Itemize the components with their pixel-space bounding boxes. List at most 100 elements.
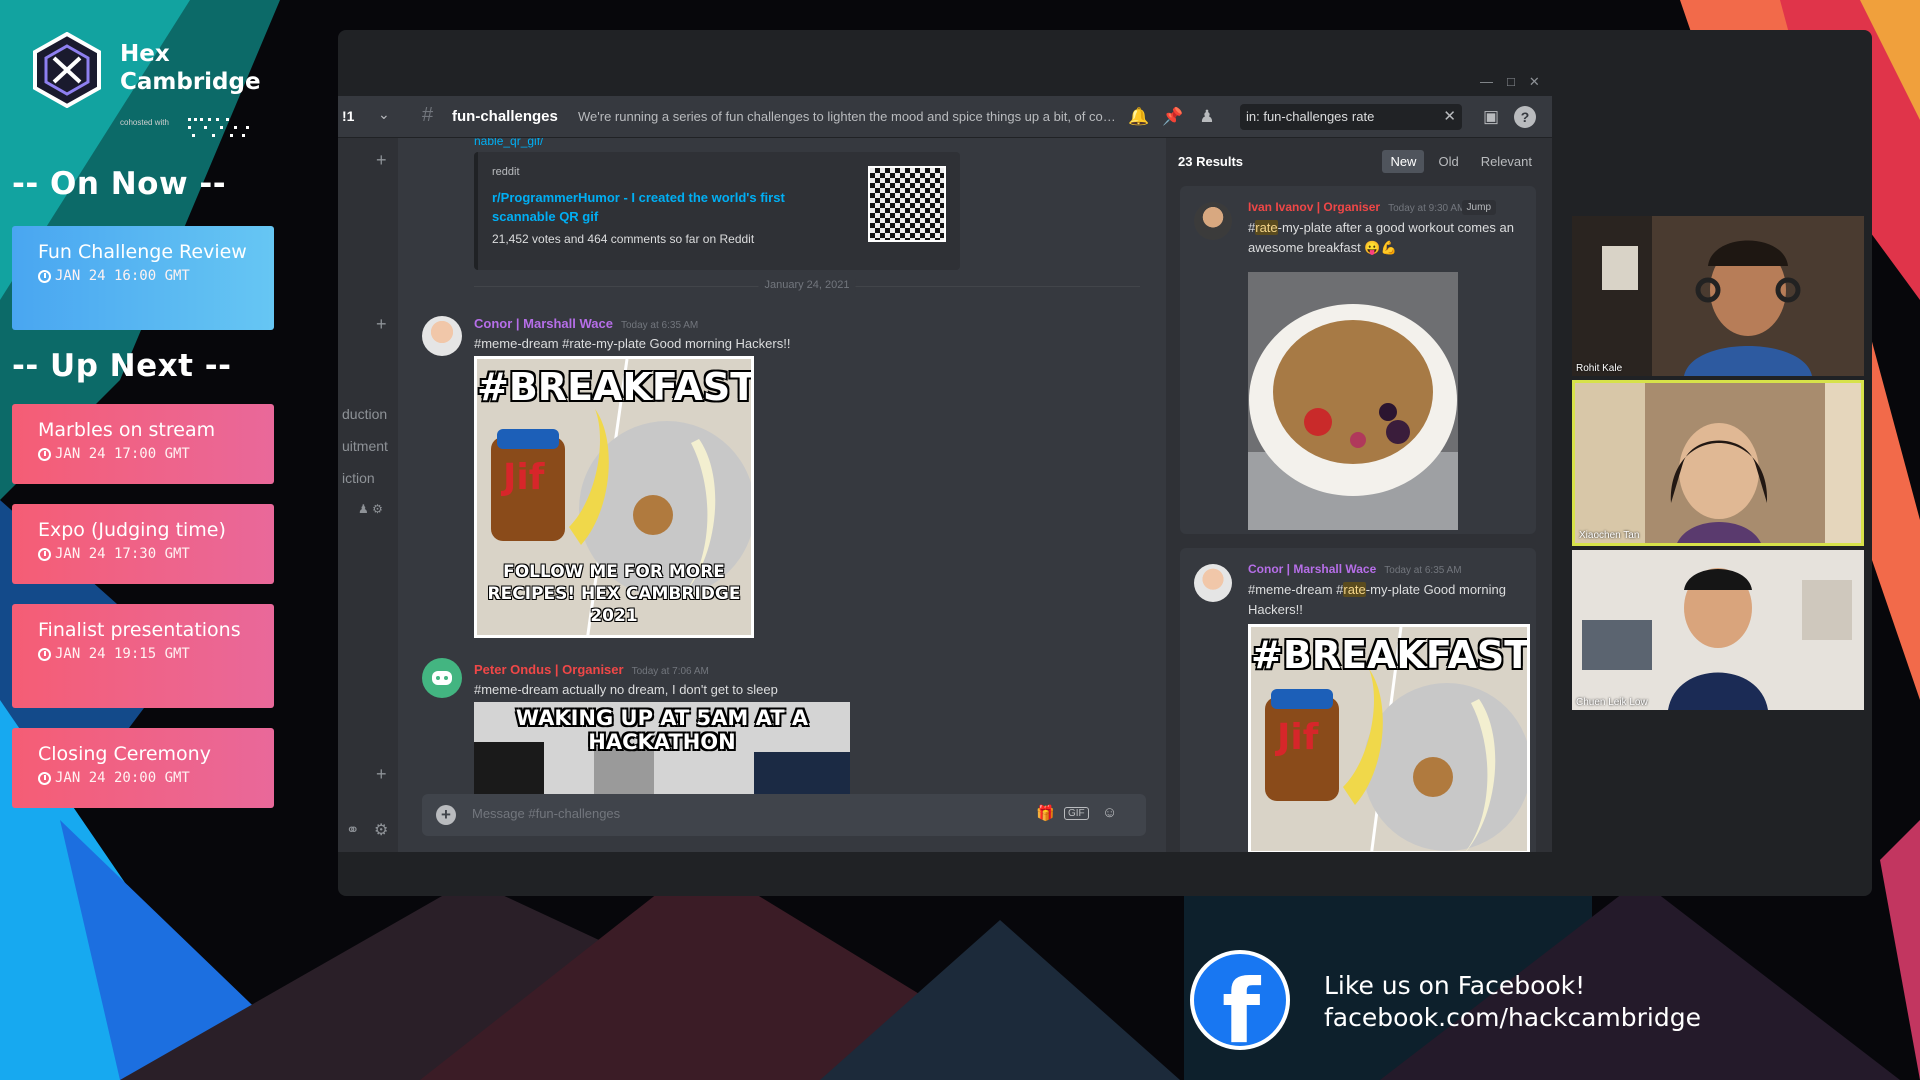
jump-button[interactable]: Jump [1461, 200, 1496, 215]
participant-video [1572, 216, 1864, 376]
date-divider: January 24, 2021 [474, 279, 1140, 291]
channel-item[interactable]: iction [342, 470, 375, 486]
schedule-card-fun-challenge-review: Fun Challenge Review JAN 24 16:00 GMT [12, 226, 274, 330]
add-channel-icon[interactable]: + [376, 150, 387, 171]
clock-icon [38, 269, 51, 283]
emoji-icon[interactable]: ☺ [1102, 804, 1117, 821]
message-time: Today at 6:35 AM [620, 320, 699, 331]
channel-sidebar: + + duction uitment iction ♟ ⚙ + ⚭ ⚙ [338, 96, 398, 852]
svg-text:Jif: Jif [500, 457, 545, 498]
schedule-title: Fun Challenge Review [38, 241, 247, 263]
message-composer[interactable]: + Message #fun-challenges 🎁 GIF ☺ [422, 794, 1146, 836]
channel-topic[interactable]: We're running a series of fun challenges… [578, 109, 1118, 124]
up-next-heading: -- Up Next -- [12, 348, 232, 384]
avatar[interactable] [422, 658, 462, 698]
gif-button[interactable]: GIF [1064, 807, 1089, 820]
result-time: Today at 6:35 AM [1384, 565, 1462, 576]
facebook-logo-icon: f [1190, 950, 1290, 1050]
minimize-icon[interactable]: — [1480, 74, 1493, 90]
embed-link[interactable]: nable_qr_gif/ [474, 138, 543, 148]
breakfast-meme-image[interactable]: Jif #BREAKFAST FOLLOW ME FOR MORE RECIPE… [474, 356, 754, 638]
bell-icon[interactable]: 🔔 [1128, 106, 1150, 128]
maximize-icon[interactable]: □ [1507, 74, 1515, 90]
schedule-time: JAN 24 17:00 GMT [55, 446, 190, 462]
avatar[interactable] [1194, 202, 1232, 240]
video-tile-active-speaker[interactable]: Xiaochen Tan [1572, 380, 1864, 546]
pin-icon[interactable]: 📌 [1162, 106, 1184, 128]
brand-block: Hex Cambridge cohosted with [32, 32, 272, 144]
schedule-card-marbles: Marbles on stream JAN 24 17:00 GMT [12, 404, 274, 484]
inbox-icon[interactable]: ▣ [1480, 106, 1502, 128]
upload-plus-icon[interactable]: + [436, 805, 456, 825]
headphones-icon[interactable]: ⚭ [346, 820, 359, 840]
schedule-title: Marbles on stream [38, 419, 216, 441]
embed-description: 21,452 votes and 464 comments so far on … [492, 232, 755, 246]
result-text: #meme-dream #rate-my-plate Good morning … [1248, 582, 1506, 617]
channel-item[interactable]: duction [342, 406, 387, 422]
message-time: Today at 7:06 AM [631, 666, 709, 677]
search-query[interactable]: rate [1352, 109, 1374, 124]
chevron-down-icon[interactable]: ⌄ [378, 106, 390, 123]
tab-new[interactable]: New [1382, 150, 1425, 173]
embed-title[interactable]: r/ProgrammerHumor - I created the world'… [492, 188, 812, 226]
oatmeal-bowl-image[interactable] [1248, 272, 1458, 530]
schedule-time: JAN 24 17:30 GMT [55, 546, 190, 562]
message-author[interactable]: Peter Ondus | Organiser Today at 7:06 AM [474, 662, 709, 677]
clock-icon [38, 647, 51, 661]
close-icon[interactable]: ✕ [1529, 74, 1540, 90]
result-text: #rate-my-plate after a good workout come… [1248, 220, 1514, 255]
cohost-label: cohosted with [120, 118, 169, 127]
video-tile[interactable]: Chuen Leik Low [1572, 550, 1864, 710]
participant-video [1572, 550, 1864, 710]
server-name[interactable]: !1 [342, 108, 354, 124]
member-settings-icon[interactable]: ♟ ⚙ [358, 502, 383, 516]
schedule-title: Expo (Judging time) [38, 519, 226, 541]
search-filter-chip[interactable]: in: fun-challenges [1246, 109, 1348, 124]
search-result[interactable]: Ivan Ivanov | Organiser Today at 9:30 AM … [1180, 186, 1536, 534]
message-list: nable_qr_gif/ reddit r/ProgrammerHumor -… [398, 138, 1166, 852]
members-icon[interactable]: ♟ [1196, 106, 1218, 128]
hackathon-meme-text: WAKING UP AT 5AM AT A HACKATHON [515, 706, 809, 754]
hash-icon: # [422, 104, 434, 126]
schedule-time: JAN 24 16:00 GMT [55, 268, 190, 284]
schedule-card-finalist: Finalist presentations JAN 24 19:15 GMT [12, 604, 274, 708]
participant-name: Xiaochen Tan [1579, 530, 1640, 541]
add-channel-icon[interactable]: + [376, 764, 387, 785]
meme-top-text: #BREAKFAST [1251, 633, 1530, 677]
participant-video [1575, 383, 1861, 543]
brand-name: Hex Cambridge [120, 41, 261, 95]
composer-placeholder[interactable]: Message #fun-challenges [472, 806, 620, 821]
hackathon-meme-image[interactable]: WAKING UP AT 5AM AT A HACKATHON [474, 702, 850, 796]
message-text: #meme-dream #rate-my-plate Good morning … [474, 336, 791, 351]
settings-gear-icon[interactable]: ⚙ [374, 820, 388, 840]
discord-logo-icon [432, 671, 452, 685]
clock-icon [38, 771, 51, 785]
breakfast-meme-image[interactable]: Jif #BREAKFAST [1248, 624, 1530, 852]
schedule-title: Finalist presentations [38, 619, 241, 641]
clock-icon [38, 447, 51, 461]
results-sort-tabs: New Old Relevant [1382, 150, 1540, 173]
channel-item[interactable]: uitment [342, 438, 388, 454]
video-tile[interactable]: Rohit Kale [1572, 216, 1864, 376]
channel-name: fun-challenges [452, 108, 558, 125]
qr-thumbnail[interactable] [868, 166, 946, 242]
result-author[interactable]: Conor | Marshall Wace Today at 6:35 AM [1248, 562, 1462, 576]
add-channel-icon[interactable]: + [376, 314, 387, 335]
window-controls: — □ ✕ [1480, 74, 1604, 90]
help-icon[interactable]: ? [1514, 106, 1536, 128]
svg-text:Jif: Jif [1274, 717, 1319, 758]
meme-bottom-text: FOLLOW ME FOR MORE RECIPES! HEX CAMBRIDG… [487, 562, 741, 626]
gift-icon[interactable]: 🎁 [1036, 804, 1055, 822]
tab-old[interactable]: Old [1430, 150, 1466, 173]
avatar[interactable] [422, 316, 462, 356]
clear-search-icon[interactable]: ✕ [1443, 107, 1456, 125]
channel-header: !1 ⌄ # fun-challenges We're running a se… [338, 96, 1552, 138]
search-input[interactable]: in: fun-challenges rate ✕ [1240, 104, 1462, 130]
date-divider-label: January 24, 2021 [758, 279, 856, 291]
tab-relevant[interactable]: Relevant [1473, 150, 1540, 173]
result-author[interactable]: Ivan Ivanov | Organiser Today at 9:30 AM [1248, 200, 1465, 214]
avatar[interactable] [1194, 564, 1232, 602]
message-author[interactable]: Conor | Marshall Wace Today at 6:35 AM [474, 316, 698, 331]
participant-name: Chuen Leik Low [1576, 697, 1648, 708]
search-result[interactable]: Conor | Marshall Wace Today at 6:35 AM #m… [1180, 548, 1536, 852]
